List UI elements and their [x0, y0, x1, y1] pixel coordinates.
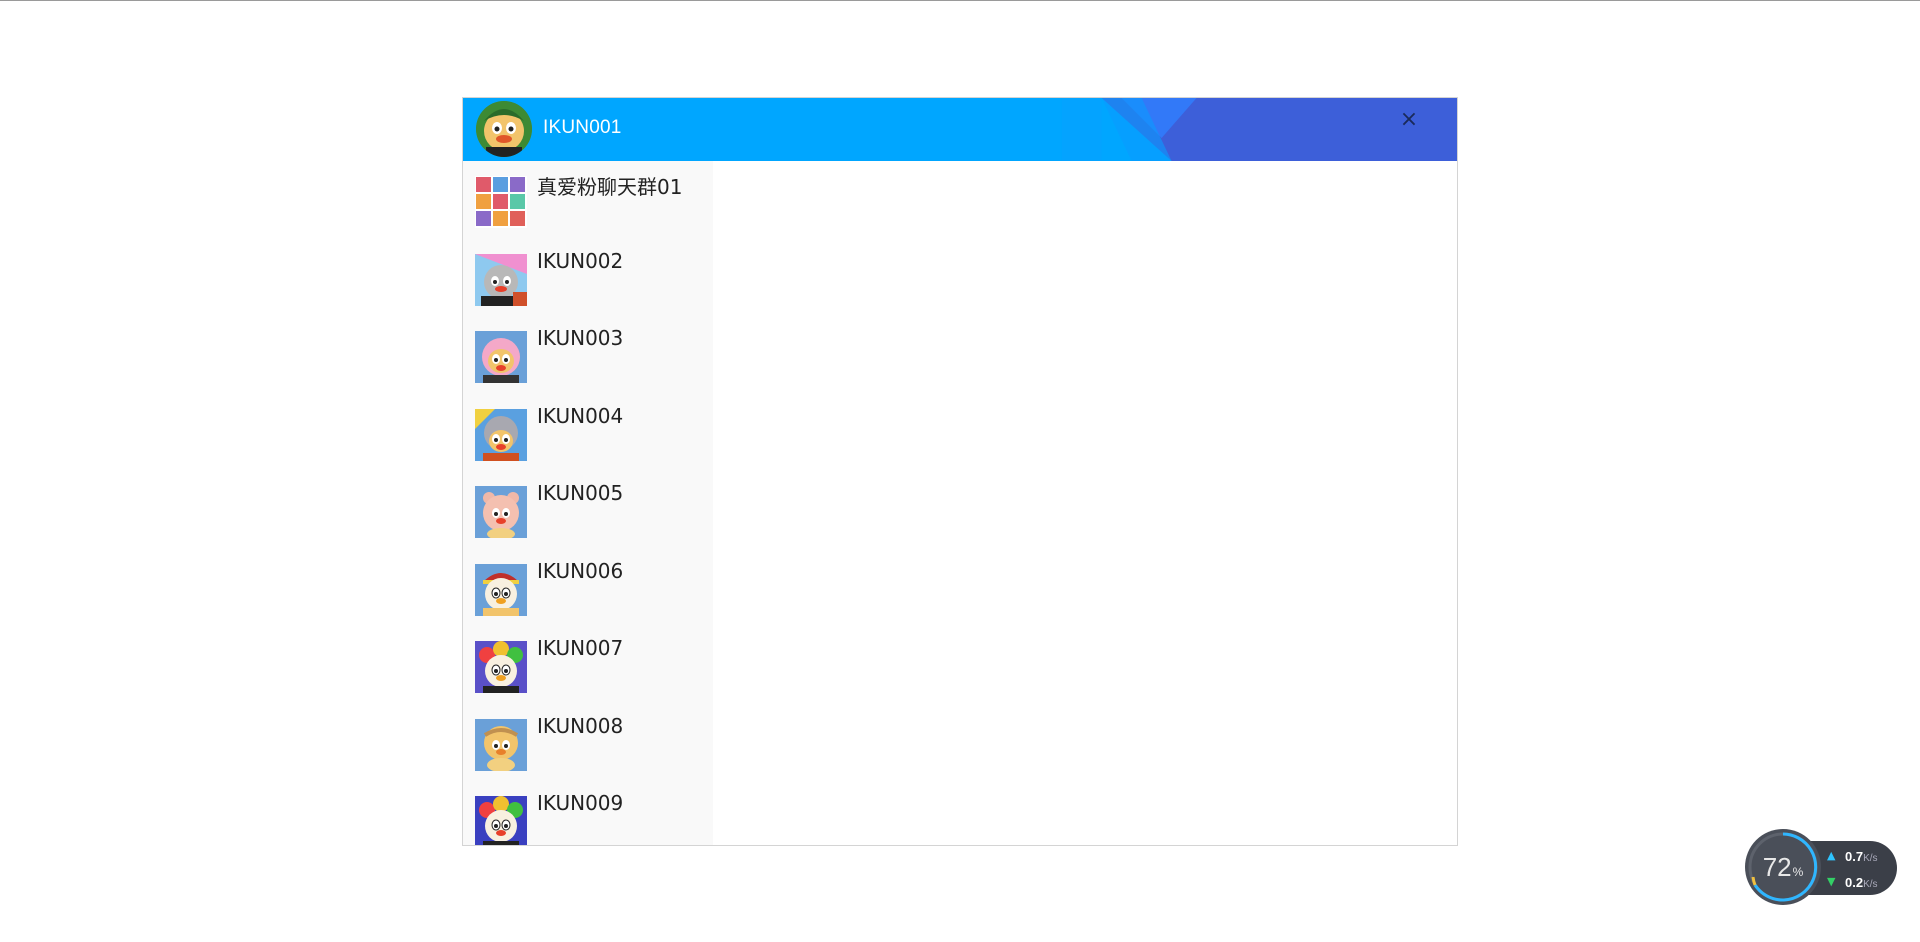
contact-item-ikun009[interactable]: IKUN009 — [463, 781, 713, 845]
chick-avatar — [475, 408, 527, 461]
cpu-gauge: 72% — [1745, 829, 1821, 905]
upload-arrow-icon: ▲ — [1827, 849, 1836, 862]
chick-avatar — [475, 796, 527, 845]
message-pane[interactable] — [713, 161, 1457, 845]
close-button[interactable]: × — [1398, 109, 1420, 131]
download-rate: 0.2K/s — [1845, 875, 1878, 890]
contact-item-group-01[interactable]: 真爱粉聊天群01 — [463, 161, 713, 239]
contact-name: IKUN009 — [537, 791, 624, 815]
contact-name: 真爱粉聊天群01 — [537, 175, 683, 199]
current-user-avatar[interactable] — [476, 101, 532, 157]
chick-avatar — [475, 486, 527, 538]
chick-avatar — [475, 331, 527, 383]
contact-name: IKUN007 — [537, 636, 624, 660]
contact-item-ikun003[interactable]: IKUN003 — [463, 316, 713, 394]
contact-item-ikun004[interactable]: IKUN004 — [463, 394, 713, 472]
chat-header: IKUN001 × — [463, 98, 1457, 161]
contact-name: IKUN006 — [537, 558, 624, 583]
contact-list: 真爱粉聊天群01 IKUN002 IKUN003 IKUN004 IKUN005 — [463, 161, 713, 845]
network-monitor-widget[interactable]: 72% ▲ 0.7K/s ▼ 0.2K/s — [1745, 829, 1897, 905]
chat-title: IKUN001 — [543, 117, 622, 138]
cpu-usage-value: 72% — [1762, 852, 1804, 882]
contact-name: IKUN004 — [537, 403, 624, 428]
upload-rate: 0.7K/s — [1845, 849, 1878, 864]
chick-avatar — [475, 253, 527, 306]
chat-window: IKUN001 × 真爱粉聊天群01 IKUN002 IKUN003 IKUN0… — [462, 97, 1458, 846]
contact-item-ikun006[interactable]: IKUN006 — [463, 549, 713, 627]
download-arrow-icon: ▼ — [1827, 875, 1836, 888]
contact-name: IKUN002 — [537, 248, 624, 273]
contact-item-ikun002[interactable]: IKUN002 — [463, 239, 713, 317]
contact-item-ikun008[interactable]: IKUN008 — [463, 704, 713, 782]
contact-name: IKUN005 — [537, 481, 624, 505]
chick-avatar — [475, 718, 527, 771]
contact-item-ikun007[interactable]: IKUN007 — [463, 626, 713, 704]
contact-item-ikun005[interactable]: IKUN005 — [463, 471, 713, 549]
chick-avatar — [475, 563, 527, 616]
chick-avatar — [475, 641, 527, 693]
contact-name: IKUN003 — [537, 326, 624, 350]
top-border — [0, 0, 1920, 1]
contact-name: IKUN008 — [537, 713, 624, 738]
group-avatar — [475, 176, 527, 228]
